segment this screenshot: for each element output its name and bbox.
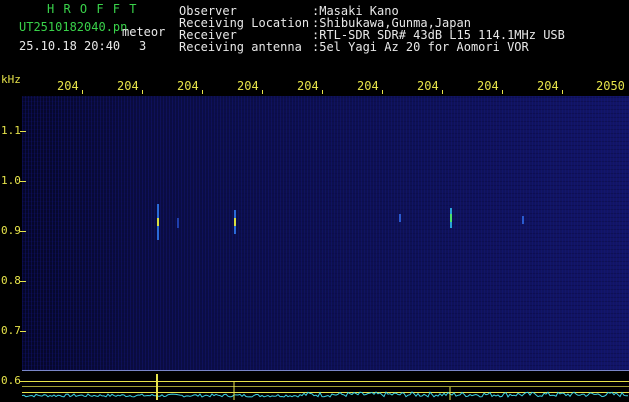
datetime-label: 25.10.18 20:40: [19, 39, 121, 53]
time-tick-label: 2050: [596, 79, 625, 93]
spectrum-strip: [22, 370, 629, 400]
time-tick-mark: [262, 90, 263, 94]
freq-tick-label: 1.0: [1, 174, 21, 187]
time-tick-label: 204: [57, 79, 79, 93]
meteor-echo: [399, 214, 401, 222]
freq-tick-label: 0.8: [1, 274, 21, 287]
freq-tick-mark: [20, 181, 26, 182]
frequency-axis: kHz 1.1 1.0 0.9 0.8 0.7 0.6: [0, 72, 30, 402]
time-tick-mark: [382, 90, 383, 94]
meteor-echo: [522, 216, 524, 224]
waterfall-display: [22, 96, 629, 370]
freq-tick-label: 0.9: [1, 224, 21, 237]
time-tick-mark: [502, 90, 503, 94]
meteor-echo: [234, 210, 236, 234]
time-tick-label: 204: [177, 79, 199, 93]
freq-tick-mark: [20, 281, 26, 282]
time-tick-label: 204: [357, 79, 379, 93]
time-tick-mark: [442, 90, 443, 94]
freq-tick-mark: [20, 331, 26, 332]
time-tick-label: 204: [417, 79, 439, 93]
app-title: H R O F F T: [47, 2, 138, 16]
freq-unit-label: kHz: [1, 73, 21, 86]
meteor-echo: [157, 204, 159, 240]
time-tick-mark: [142, 90, 143, 94]
mode-label: meteor: [122, 25, 166, 39]
time-tick-label: 204: [237, 79, 259, 93]
freq-tick-mark: [20, 231, 26, 232]
time-tick-mark: [322, 90, 323, 94]
time-tick-mark: [562, 90, 563, 94]
meteor-echo: [177, 218, 179, 228]
freq-tick-mark: [20, 131, 26, 132]
time-tick-label: 204: [477, 79, 499, 93]
time-tick-mark: [202, 90, 203, 94]
meteor-echo: [450, 208, 452, 228]
spectrum-trace: [22, 374, 628, 400]
freq-tick-label: 1.1: [1, 124, 21, 137]
count-label: 3: [139, 39, 147, 53]
filename-label: UT2510182040.pn: [19, 20, 128, 34]
time-tick-label: 204: [297, 79, 319, 93]
time-tick-label: 204: [537, 79, 559, 93]
freq-tick-label: 0.7: [1, 324, 21, 337]
time-axis: 204 204 204 204 204 204 204 204 204 2050: [0, 76, 629, 96]
time-tick-label: 204: [117, 79, 139, 93]
freq-tick-label: 0.6: [1, 374, 21, 387]
time-tick-mark: [82, 90, 83, 94]
antenna-label: Receiving antenna: [179, 40, 302, 54]
antenna-value: :5el Yagi Az 20 for Aomori VOR: [312, 40, 529, 54]
